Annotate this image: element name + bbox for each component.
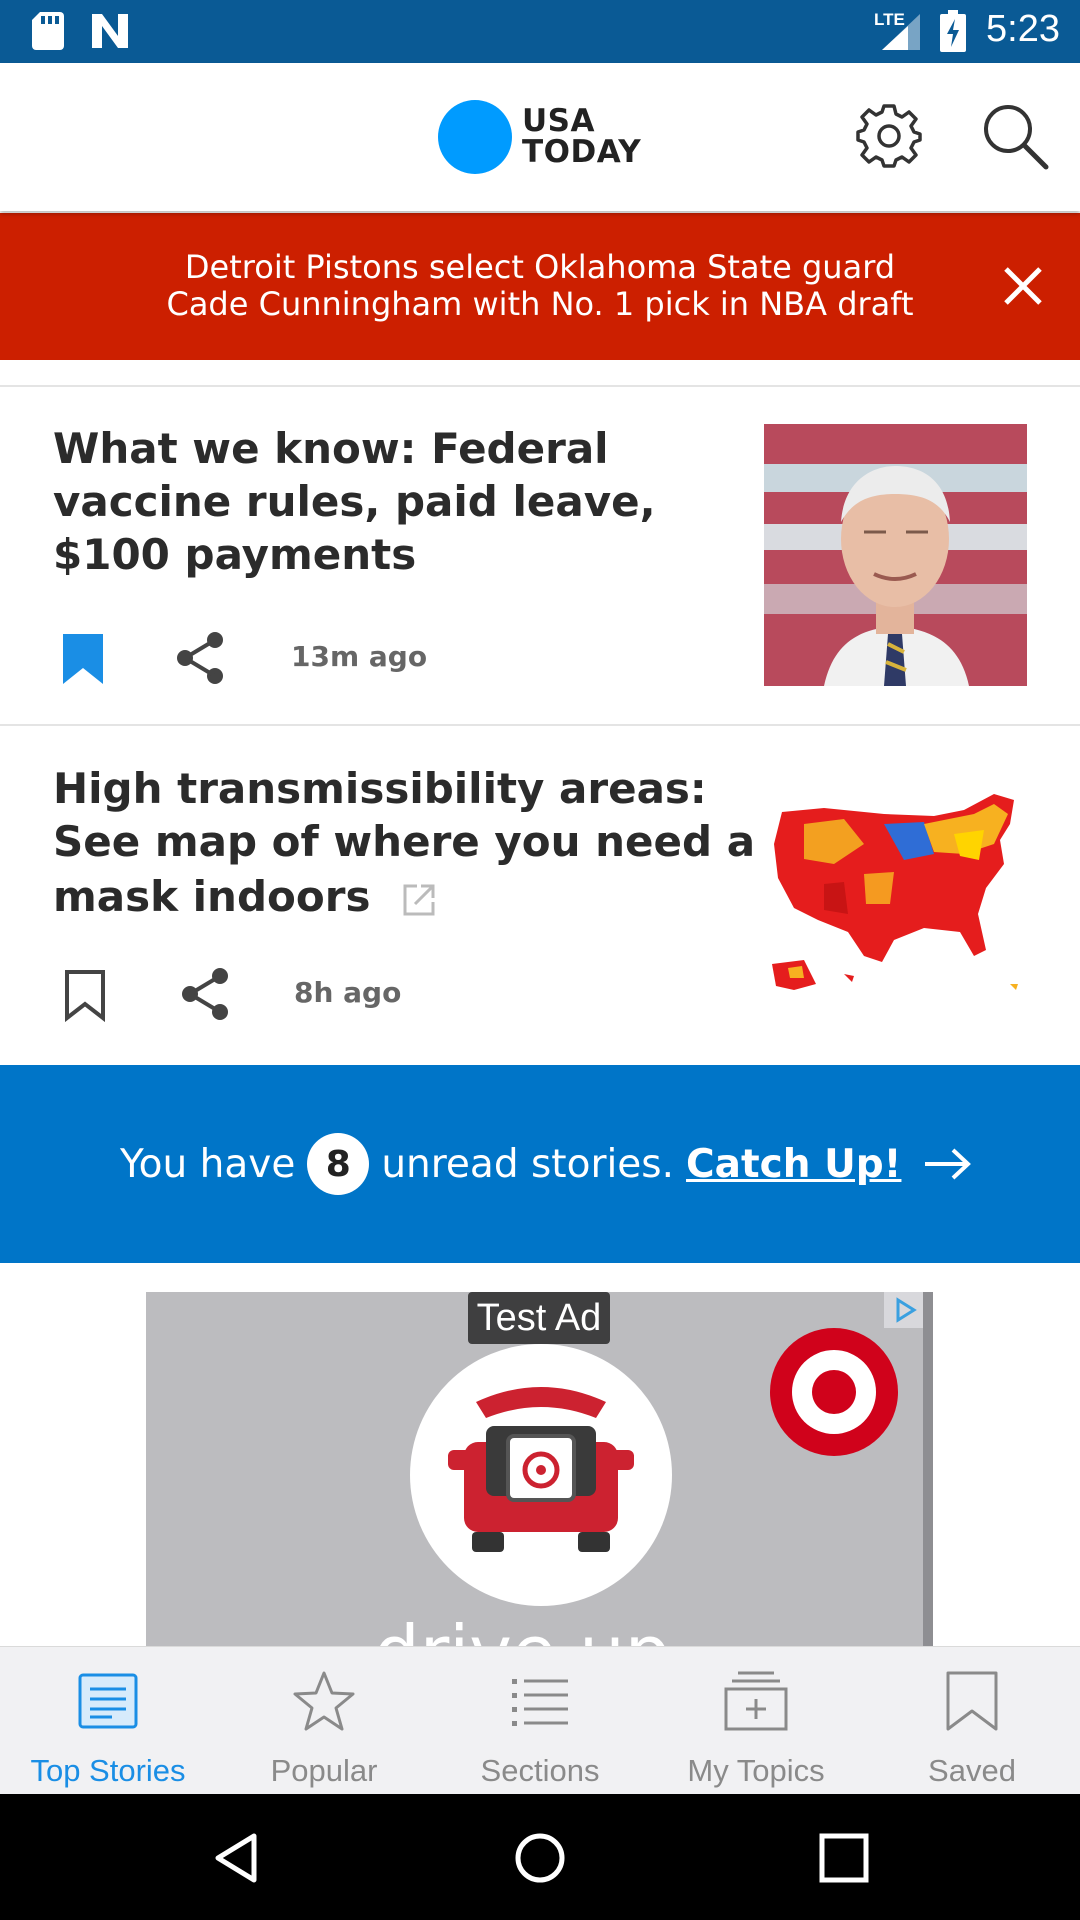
home-icon[interactable]: [512, 1830, 568, 1886]
bottom-navigation: Top Stories Popular Sections My Topics S…: [0, 1646, 1080, 1794]
story-headline[interactable]: High transmissibility areas: See map of …: [53, 762, 755, 923]
nav-label: Sections: [480, 1753, 600, 1788]
nav-popular[interactable]: Popular: [216, 1647, 432, 1795]
story-headline[interactable]: What we know: Federal vaccine rules, pai…: [53, 422, 656, 581]
nav-my-topics[interactable]: My Topics: [648, 1647, 864, 1795]
share-icon[interactable]: [173, 630, 227, 686]
back-icon[interactable]: [208, 1830, 264, 1886]
ad-partial-text: drive up: [374, 1610, 670, 1646]
adchoices-icon[interactable]: [884, 1292, 924, 1328]
story-card[interactable]: High transmissibility areas: See map of …: [0, 726, 1080, 1064]
external-link-icon: [403, 884, 435, 915]
catch-up-row: You have 8 unread stories. Catch Up!: [120, 1132, 972, 1196]
share-icon[interactable]: [178, 966, 232, 1022]
logo-text: USA TODAY: [522, 106, 641, 168]
story-timestamp: 13m ago: [291, 640, 428, 673]
star-icon: [293, 1671, 355, 1731]
headline-line: mask indoors: [53, 872, 371, 921]
story-map-image[interactable]: [764, 764, 1027, 1026]
search-icon[interactable]: [980, 101, 1050, 171]
headline-line: vaccine rules, paid leave,: [53, 477, 656, 526]
catch-up-prefix: You have: [120, 1141, 296, 1187]
nav-label: Saved: [928, 1753, 1016, 1788]
breaking-news-banner[interactable]: Detroit Pistons select Oklahoma State gu…: [0, 213, 1080, 360]
nav-label: Popular: [270, 1753, 378, 1788]
bookmark-outline-icon[interactable]: [63, 968, 107, 1022]
ad-edge: [923, 1292, 933, 1646]
add-folder-icon: [724, 1671, 788, 1731]
logo-line-2: TODAY: [522, 134, 642, 170]
headline-line: High transmissibility areas:: [53, 764, 707, 813]
usa-today-logo[interactable]: USA TODAY: [438, 99, 641, 175]
sd-card-icon: [32, 12, 64, 50]
logo-dot: [438, 100, 512, 174]
nav-saved[interactable]: Saved: [864, 1647, 1080, 1795]
clock: 5:23: [986, 8, 1060, 50]
gear-icon[interactable]: [856, 103, 922, 169]
list-icon: [512, 1679, 568, 1726]
status-bar: LTE 5:23: [0, 0, 1080, 63]
catch-up-suffix: unread stories.: [381, 1141, 675, 1187]
car-trunk-illustration: [448, 1387, 634, 1552]
catch-up-link[interactable]: Catch Up!: [686, 1142, 901, 1187]
unread-count-badge: 8: [307, 1133, 370, 1195]
breaking-news-line-1: Detroit Pistons select Oklahoma State gu…: [184, 248, 896, 286]
ad-banner[interactable]: Test Ad drive up: [146, 1292, 933, 1646]
headline-last-line: mask indoors: [53, 870, 755, 923]
recents-icon[interactable]: [816, 1830, 872, 1886]
battery-charging-icon: [940, 10, 966, 52]
bookmark-icon[interactable]: [61, 632, 105, 686]
breaking-news-text: Detroit Pistons select Oklahoma State gu…: [110, 249, 970, 323]
nav-label: Top Stories: [30, 1753, 186, 1788]
bookmark-icon: [946, 1671, 998, 1731]
article-icon: [78, 1673, 138, 1729]
n-notification-icon: [92, 14, 128, 48]
close-icon[interactable]: [1000, 263, 1046, 309]
catch-up-bar[interactable]: You have 8 unread stories. Catch Up!: [0, 1065, 1080, 1263]
breaking-news-line-2: Cade Cunningham with No. 1 pick in NBA d…: [166, 285, 914, 323]
story-photo[interactable]: [764, 424, 1027, 686]
test-ad-label: Test Ad: [468, 1292, 610, 1344]
arrow-right-icon[interactable]: [923, 1147, 972, 1181]
app-bar: USA TODAY: [0, 63, 1080, 211]
headline-line: See map of where you need a: [53, 817, 756, 866]
target-logo: [770, 1328, 898, 1456]
headline-line: $100 payments: [53, 530, 417, 579]
story-card[interactable]: What we know: Federal vaccine rules, pai…: [0, 386, 1080, 724]
nav-top-stories[interactable]: Top Stories: [0, 1647, 216, 1795]
nav-sections[interactable]: Sections: [432, 1647, 648, 1795]
signal-icon: [882, 14, 920, 50]
nav-label: My Topics: [687, 1753, 825, 1788]
headline-line: What we know: Federal: [53, 424, 609, 473]
system-navigation-bar: [0, 1794, 1080, 1920]
story-timestamp: 8h ago: [294, 976, 402, 1009]
logo-line-1: USA: [522, 103, 595, 139]
